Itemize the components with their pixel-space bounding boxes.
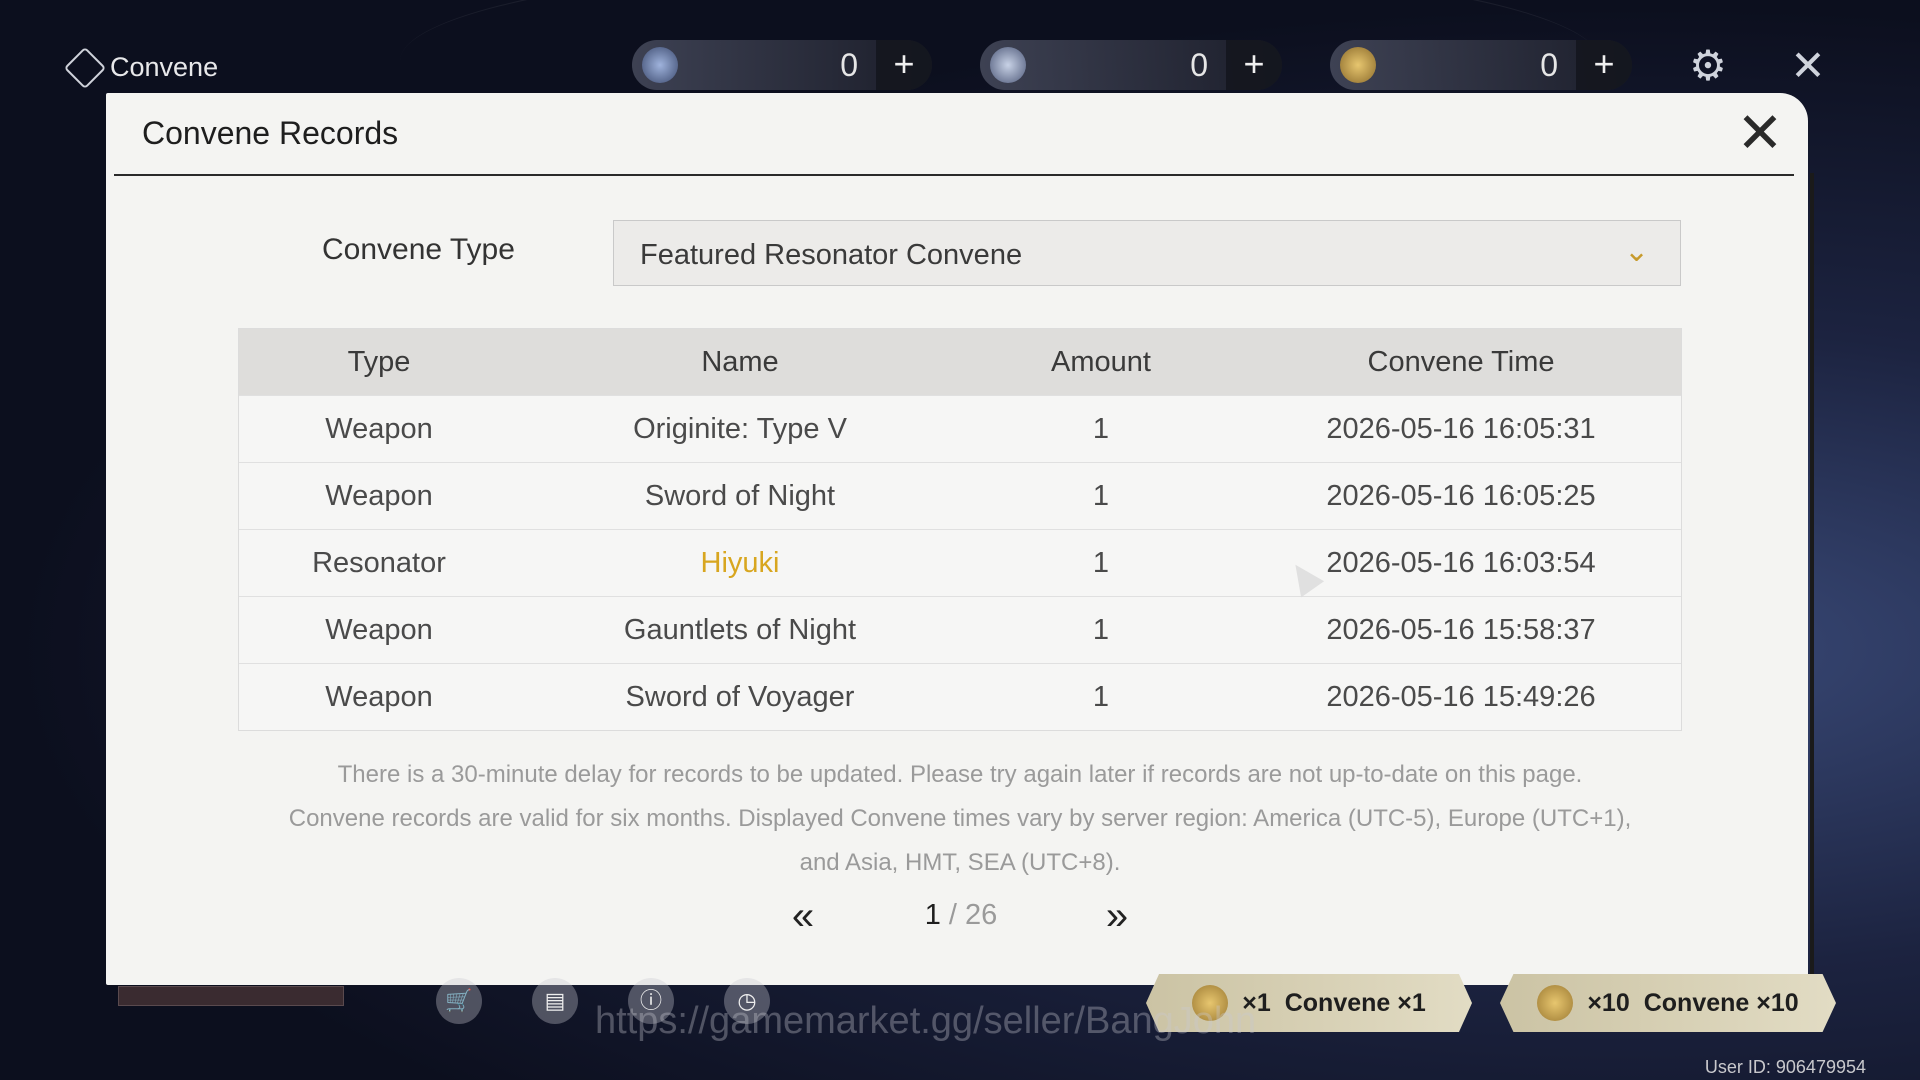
details-icon[interactable]: ▤	[532, 978, 578, 1024]
table-row: Resonator Hiyuki 1 2026-05-16 16:03:54	[239, 529, 1681, 596]
pagination: « 1 / 26 »	[106, 893, 1808, 943]
notice-line: There is a 30-minute delay for records t…	[337, 761, 1583, 788]
cell-type: Weapon	[325, 480, 433, 512]
records-notice: There is a 30-minute delay for records t…	[238, 753, 1682, 885]
page-title-text: Convene	[110, 52, 219, 82]
add-lunite-button[interactable]: +	[1226, 40, 1282, 90]
column-header-amount: Amount	[1051, 346, 1151, 378]
cell-name: Originite: Type V	[633, 413, 847, 445]
table-row: Weapon Sword of Voyager 1 2026-05-16 15:…	[239, 663, 1681, 730]
table-row: Weapon Gauntlets of Night 1 2026-05-16 1…	[239, 596, 1681, 663]
column-header-type: Type	[347, 346, 411, 378]
convene-type-dropdown[interactable]: Featured Resonator Convene ⌄	[613, 220, 1681, 286]
current-page: 1	[924, 899, 941, 931]
page-title: Convene	[63, 46, 219, 89]
convene-multi-button[interactable]: ×10 Convene ×10	[1500, 974, 1836, 1032]
currency-tide: 0 +	[1330, 40, 1632, 90]
dialog-edge-decoration	[1780, 173, 1814, 985]
cell-name-highlighted: Hiyuki	[700, 547, 780, 579]
convene-type-label: Convene Type	[322, 233, 515, 266]
previous-page-button[interactable]: «	[778, 893, 828, 943]
lunite-icon	[990, 47, 1026, 83]
notice-line: Convene records are valid for six months…	[288, 805, 1632, 832]
cell-time: 2026-05-16 16:05:31	[1326, 413, 1596, 445]
page-indicator: 1 / 26	[896, 899, 1026, 932]
cell-time: 2026-05-16 16:05:25	[1326, 480, 1596, 512]
close-icon[interactable]: ✕	[1782, 40, 1834, 92]
currency-astrite-value: 0	[840, 46, 858, 83]
currency-tide-value: 0	[1540, 46, 1558, 83]
convene-single-label: Convene ×1	[1284, 988, 1426, 1017]
watermark-text: https://gamemarket.gg/seller/BangJohn	[595, 1000, 1257, 1042]
cell-name: Gauntlets of Night	[623, 614, 857, 646]
user-id: User ID: 906479954	[1704, 1057, 1866, 1077]
cell-type: Weapon	[325, 614, 433, 646]
records-table: Type Name Amount Convene Time Weapon Ori…	[238, 328, 1682, 731]
tide-icon	[1340, 47, 1376, 83]
add-astrite-button[interactable]: +	[876, 40, 932, 90]
banner-thumbnail[interactable]	[118, 986, 344, 1006]
chevron-down-icon: ⌄	[1624, 235, 1650, 268]
cell-type: Weapon	[325, 413, 433, 445]
shop-cart-icon[interactable]: 🛒	[436, 978, 482, 1024]
cell-type: Weapon	[325, 681, 433, 713]
cell-time: 2026-05-16 15:49:26	[1326, 681, 1596, 713]
convene-emblem-icon	[63, 46, 107, 89]
cell-amount: 1	[1092, 614, 1110, 646]
column-header-name: Name	[701, 346, 779, 378]
cell-amount: 1	[1092, 413, 1110, 445]
cell-amount: 1	[1092, 480, 1110, 512]
notice-line: and Asia, HMT, SEA (UTC+8).	[799, 849, 1121, 876]
currency-astrite: 0 +	[632, 40, 932, 90]
dialog-close-icon[interactable]: ✕	[1734, 105, 1786, 161]
currency-lunite: 0 +	[980, 40, 1282, 90]
currency-lunite-value: 0	[1190, 46, 1208, 83]
table-row: Weapon Sword of Night 1 2026-05-16 16:05…	[239, 462, 1681, 529]
convene-multi-label: Convene ×10	[1643, 988, 1799, 1017]
next-page-button[interactable]: »	[1092, 893, 1142, 943]
tide-coin-icon	[1537, 985, 1574, 1021]
cell-amount: 1	[1092, 681, 1110, 713]
dialog-header: Convene Records ✕	[114, 93, 1794, 176]
astrite-icon	[642, 47, 678, 83]
table-row: Weapon Originite: Type V 1 2026-05-16 16…	[239, 395, 1681, 462]
table-header: Type Name Amount Convene Time	[239, 329, 1681, 395]
gear-icon[interactable]: ⚙	[1682, 40, 1734, 92]
convene-type-selected: Featured Resonator Convene	[640, 239, 1023, 271]
add-tide-button[interactable]: +	[1576, 40, 1632, 90]
convene-multi-count: ×10	[1587, 988, 1630, 1017]
page-separator: /	[940, 899, 966, 931]
total-pages: 26	[965, 899, 998, 931]
dialog-title: Convene Records	[142, 115, 399, 151]
cell-amount: 1	[1092, 547, 1110, 579]
convene-records-dialog: Convene Records ✕ Convene Type Featured …	[106, 93, 1814, 985]
cell-name: Sword of Voyager	[625, 681, 855, 713]
column-header-time: Convene Time	[1367, 346, 1555, 378]
cell-name: Sword of Night	[644, 480, 836, 512]
cell-time: 2026-05-16 15:58:37	[1326, 614, 1596, 646]
cell-type: Resonator	[312, 547, 446, 579]
